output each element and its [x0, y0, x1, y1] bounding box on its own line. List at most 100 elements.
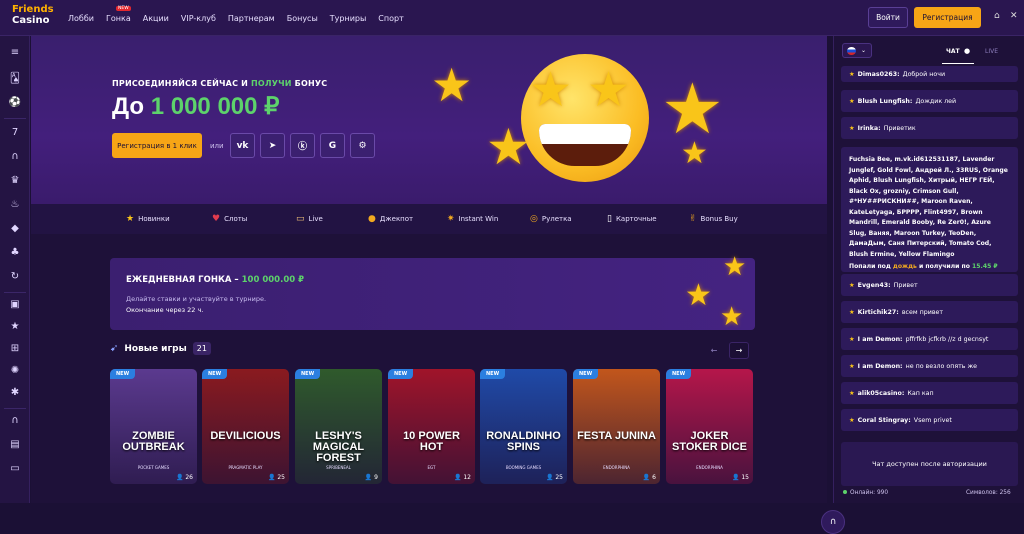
game-provider: SPRIBENEAL: [326, 465, 351, 470]
poker-chip-icon[interactable]: ♣: [7, 246, 23, 260]
language-select[interactable]: ⌄: [842, 43, 872, 58]
register-button[interactable]: Регистрация: [914, 7, 981, 28]
logo[interactable]: Friends Casino: [12, 4, 54, 32]
sevens-icon[interactable]: 7: [7, 126, 23, 140]
document-icon[interactable]: ▤: [7, 438, 23, 452]
star-decoration-icon: ★: [681, 136, 708, 171]
category-cards[interactable]: ▯ Карточные: [607, 214, 657, 224]
chat-icon[interactable]: ▭: [7, 462, 23, 476]
headset-icon[interactable]: ∩: [7, 150, 23, 164]
game-card[interactable]: NEW LESHY'S MAGICAL FOREST SPRIBENEAL 👤 …: [295, 369, 382, 484]
login-button[interactable]: Войти: [868, 7, 908, 28]
game-card[interactable]: NEW DEVILICIOUS PRAGMATIC PLAY 👤 25: [202, 369, 289, 484]
chars-count: Символов: 256: [966, 490, 1011, 496]
gift-box-icon[interactable]: ▣: [7, 298, 23, 312]
refresh-icon[interactable]: ↻: [7, 270, 23, 284]
star-decoration-icon: ★: [431, 58, 473, 112]
nav-bonuses[interactable]: Бонусы: [287, 14, 318, 23]
nav-race[interactable]: Гонка NEW: [105, 5, 131, 23]
game-card[interactable]: NEW 10 POWER HOT EGT 👤 12: [388, 369, 475, 484]
game-players: 👤 26: [175, 474, 193, 481]
google-icon[interactable]: G: [320, 133, 345, 158]
game-provider: ENDORPHINA: [603, 465, 630, 470]
menu-icon[interactable]: ≡: [7, 46, 23, 60]
nav-vip[interactable]: VIP-клуб: [181, 14, 216, 23]
chat-message: ★ Dimas0263: Доброй ночи: [841, 66, 1018, 82]
dice-icon[interactable]: ◆: [7, 222, 23, 236]
tab-live[interactable]: LIVE: [985, 48, 998, 55]
new-badge: NEW: [388, 369, 414, 379]
rocket-icon: ➹: [110, 343, 119, 354]
nav-partners[interactable]: Партнерам: [228, 14, 275, 23]
next-arrow-icon[interactable]: →: [729, 342, 749, 359]
cards-icon[interactable]: 🂡: [7, 72, 23, 86]
main-nav: Лобби Гонка NEW Акции VIP-клуб Партнерам …: [68, 0, 416, 36]
close-icon[interactable]: ✕: [1010, 11, 1018, 21]
category-new[interactable]: ★ Новинки: [126, 214, 170, 224]
one-click-register-button[interactable]: Регистрация в 1 клик: [112, 133, 202, 158]
or-label: или: [210, 142, 224, 150]
prev-arrow-icon[interactable]: ←: [704, 342, 724, 359]
category-bonus-buy[interactable]: ✌ Bonus Buy: [689, 214, 738, 224]
sidebar-divider: [4, 118, 26, 119]
logo-line-1: Friends: [12, 4, 54, 15]
star-icon: ★: [126, 214, 135, 224]
game-title: JOKER STOKER DICE: [672, 430, 747, 453]
fire-icon[interactable]: ♨: [7, 198, 23, 212]
star-eyes-emoji: ★ ★: [521, 54, 649, 182]
telegram-icon[interactable]: ➤: [260, 133, 285, 158]
tab-chat[interactable]: ЧАТ: [946, 48, 960, 55]
trophy-icon[interactable]: ♛: [7, 174, 23, 188]
vk-icon[interactable]: vk: [230, 133, 255, 158]
chat-panel: ⌄ ЧАТ ● LIVE ★ Dimas0263: Доброй ночи ★ Blu…: [833, 36, 1024, 503]
category-live[interactable]: ▭ Live: [296, 214, 323, 224]
wheel-icon[interactable]: ✺: [7, 364, 23, 378]
star-icon: ★: [849, 124, 855, 132]
chat-message: ★ I am Demon: pffrfkb jcfkrb //z d gecnsyt: [841, 328, 1018, 350]
star-icon: ★: [849, 70, 855, 78]
present-icon[interactable]: ⊞: [7, 342, 23, 356]
game-provider: ENDORPHINA: [696, 465, 723, 470]
game-players: 👤 6: [642, 474, 656, 481]
chat-message: ★ Irinka: Приветик: [841, 117, 1018, 139]
star-icon: ★: [849, 281, 855, 289]
race-title: ЕЖЕДНЕВНАЯ ГОНКА – 100 000.00 ₽: [126, 275, 305, 285]
star-icon[interactable]: ★: [7, 320, 23, 334]
spin-icon[interactable]: ✱: [7, 386, 23, 400]
live-icon: ▭: [296, 214, 305, 224]
gift-icon[interactable]: ⌂: [994, 11, 1000, 21]
new-games-title: Новые игры: [124, 343, 187, 354]
odnoklassniki-icon[interactable]: ⓚ: [290, 133, 315, 158]
nav-tournaments[interactable]: Турниры: [330, 14, 367, 23]
game-title: FESTA JUNINA: [577, 430, 656, 442]
bag-icon: ●: [368, 214, 376, 224]
star-eye-icon: ★: [529, 62, 573, 118]
support-icon[interactable]: ∩: [7, 414, 23, 428]
game-players: 👤 12: [453, 474, 471, 481]
football-icon[interactable]: ⚽: [7, 96, 23, 110]
category-roulette[interactable]: ◎ Рулетка: [530, 214, 572, 224]
race-ends: Окончание через 22 ч.: [126, 306, 204, 314]
emoji-mouth: [539, 124, 631, 166]
nav-promotions[interactable]: Акции: [143, 14, 169, 23]
star-icon: ★: [849, 362, 855, 370]
category-instant-win[interactable]: ✷ Instant Win: [447, 214, 498, 224]
bonus-icon: ✌: [689, 214, 697, 224]
game-card[interactable]: NEW ZOMBIE OUTBREAK POCKET GAMES 👤 26: [110, 369, 197, 484]
chat-message: ★ alik05casino: Кап кап: [841, 382, 1018, 404]
game-card[interactable]: NEW JOKER STOKER DICE ENDORPHINA 👤 15: [666, 369, 753, 484]
cherry-icon: ♥: [212, 214, 221, 224]
nav-race-label: Гонка: [105, 13, 131, 23]
category-slots[interactable]: ♥ Слоты: [212, 214, 247, 224]
steam-icon[interactable]: ⚙: [350, 133, 375, 158]
nav-sport[interactable]: Спорт: [378, 14, 403, 23]
game-card[interactable]: NEW FESTA JUNINA ENDORPHINA 👤 6: [573, 369, 660, 484]
new-badge: NEW: [295, 369, 321, 379]
rain-users: Fuchsia Bee, m.vk.id612531187, Lavender …: [849, 156, 1008, 258]
game-card[interactable]: NEW RONALDINHO SPINS BOOMING GAMES 👤 25: [480, 369, 567, 484]
nav-lobby[interactable]: Лобби: [68, 14, 94, 23]
daily-race-banner[interactable]: ЕЖЕДНЕВНАЯ ГОНКА – 100 000.00 ₽ Делайте …: [110, 252, 755, 332]
support-button[interactable]: ∩: [821, 510, 845, 534]
hero-title: До 1 000 000 ₽: [112, 93, 280, 120]
category-jackpot[interactable]: ● Джекпот: [368, 214, 413, 224]
